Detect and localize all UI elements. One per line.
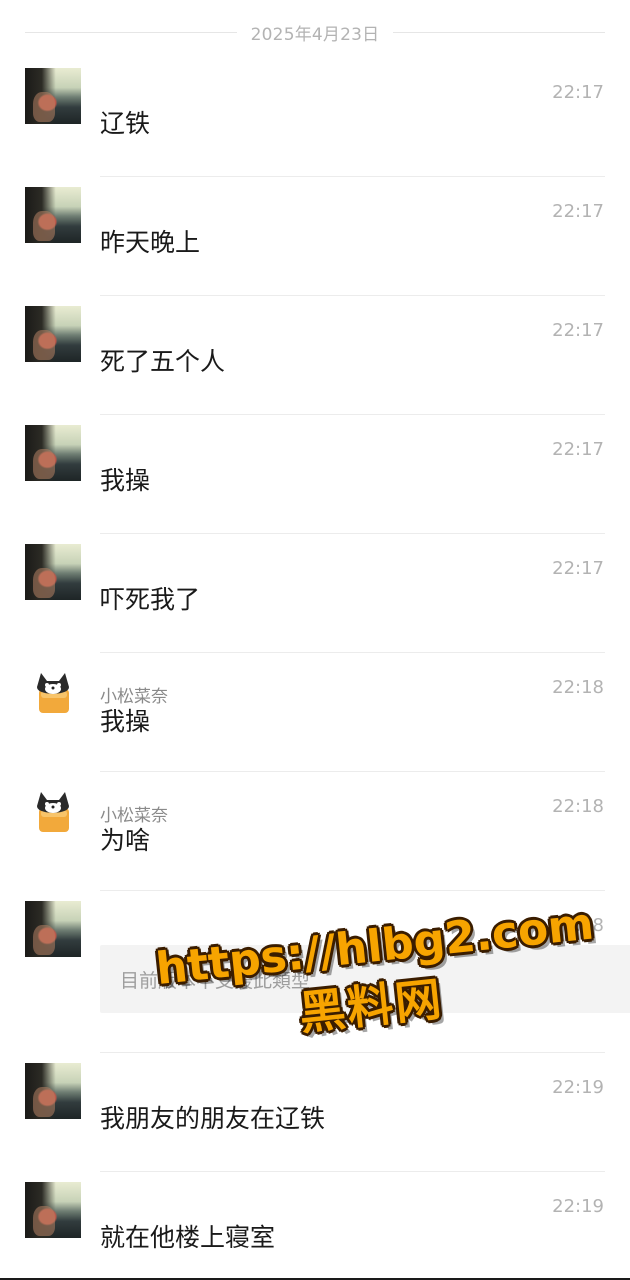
woman-photo-avatar[interactable] xyxy=(25,187,81,243)
message-text: 就在他楼上寝室 xyxy=(100,1223,276,1252)
message-text: 我操 xyxy=(100,707,151,736)
message-time: 22:17 xyxy=(552,439,604,460)
message-time: 22:17 xyxy=(552,82,604,103)
cat-bread-icon xyxy=(37,673,69,713)
message-time: 22:19 xyxy=(552,1196,604,1217)
cat-bread-avatar[interactable] xyxy=(25,663,81,719)
message-row[interactable]: 22:17 昨天晚上 xyxy=(0,177,630,296)
message-text: 辽铁 xyxy=(100,109,151,138)
message-text: 昨天晚上 xyxy=(100,228,201,257)
date-separator: 2025年4月23日 xyxy=(25,18,605,46)
date-label: 2025年4月23日 xyxy=(250,24,380,45)
message-row[interactable]: 22:17 辽铁 xyxy=(0,58,630,177)
woman-photo-avatar[interactable] xyxy=(25,544,81,600)
message-time: 22:17 xyxy=(552,558,604,579)
message-text: 吓死我了 xyxy=(100,585,201,614)
woman-photo-avatar[interactable] xyxy=(25,901,81,957)
date-separator-line-left xyxy=(25,31,237,33)
message-text: 我朋友的朋友在辽铁 xyxy=(100,1104,326,1133)
message-text: 为啥 xyxy=(100,826,151,855)
message-time: 22:17 xyxy=(552,320,604,341)
woman-photo-avatar[interactable] xyxy=(25,306,81,362)
message-row[interactable]: 22:17 我操 xyxy=(0,415,630,534)
cat-bread-icon xyxy=(37,792,69,832)
woman-photo-avatar[interactable] xyxy=(25,1182,81,1238)
message-row[interactable]: 小松菜奈 22:18 为啥 xyxy=(0,772,630,891)
message-time: 22:17 xyxy=(552,201,604,222)
message-time: 22:18 xyxy=(552,677,604,698)
message-row[interactable]: 22:17 死了五个人 xyxy=(0,296,630,415)
woman-photo-avatar[interactable] xyxy=(25,68,81,124)
message-time: 22:19 xyxy=(552,1077,604,1098)
message-row[interactable]: 22:19 就在他楼上寝室 xyxy=(0,1172,630,1278)
date-separator-line-right xyxy=(393,31,605,33)
message-text: 我操 xyxy=(100,466,151,495)
message-row[interactable]: 22:17 吓死我了 xyxy=(0,534,630,653)
message-text: 死了五个人 xyxy=(100,347,226,376)
message-time: 22:18 xyxy=(552,796,604,817)
message-row[interactable]: 小松菜奈 22:18 我操 xyxy=(0,653,630,772)
woman-photo-avatar[interactable] xyxy=(25,1063,81,1119)
woman-photo-avatar[interactable] xyxy=(25,425,81,481)
cat-bread-avatar[interactable] xyxy=(25,782,81,838)
